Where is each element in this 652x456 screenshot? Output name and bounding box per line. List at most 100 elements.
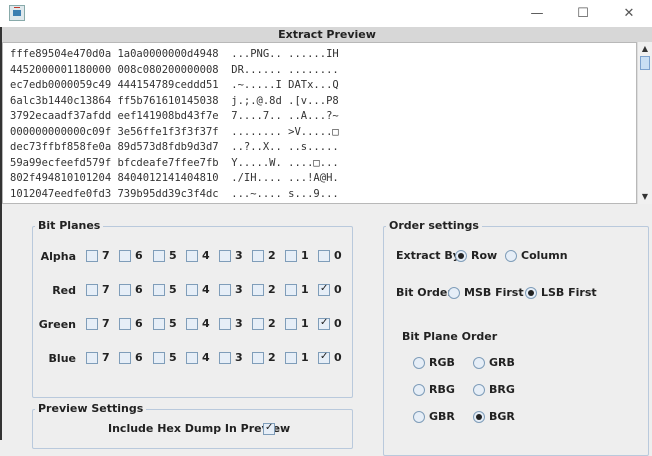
bitplane-checkbox-green-5[interactable] <box>153 318 165 330</box>
plane-order-radio-rgb[interactable] <box>413 357 425 369</box>
bit-planes-title: Bit Planes <box>35 219 104 232</box>
close-button[interactable]: ✕ <box>606 0 652 27</box>
hex-line: dec73ffbf858fe0a 89d573d8fdb9d3d7 ..?..X… <box>10 141 339 153</box>
bitplane-checkbox-alpha-4[interactable] <box>186 250 198 262</box>
bitplane-checkbox-alpha-7[interactable] <box>86 250 98 262</box>
bitplane-checkbox-red-5[interactable] <box>153 284 165 296</box>
lsb-first-label[interactable]: LSB First <box>541 286 597 299</box>
preview-settings-title: Preview Settings <box>35 402 147 415</box>
maximize-button[interactable]: ☐ <box>560 0 606 27</box>
plane-order-radio-rbg[interactable] <box>413 384 425 396</box>
bitplane-checkbox-red-1[interactable] <box>285 284 297 296</box>
bit-plane-order-label: Bit Plane Order <box>402 330 498 343</box>
plane-order-radio-bgr[interactable] <box>473 411 485 423</box>
bitplane-checkbox-blue-1[interactable] <box>285 352 297 364</box>
bitplane-bit-label: 0 <box>334 351 342 364</box>
bitplane-bit-label: 6 <box>135 283 143 296</box>
bitplane-checkbox-alpha-1[interactable] <box>285 250 297 262</box>
bitplane-checkbox-blue-0[interactable] <box>318 351 330 364</box>
hex-preview-text-area[interactable]: fffe89504e470d0a 1a0a0000000d4948 ...PNG… <box>2 42 637 204</box>
plane-order-radio-grb[interactable] <box>473 357 485 369</box>
bitplane-checkbox-blue-7[interactable] <box>86 352 98 364</box>
bitplane-checkbox-green-7[interactable] <box>86 318 98 330</box>
bitplane-bit-label: 2 <box>268 283 276 296</box>
scrollbar-thumb[interactable] <box>640 56 650 70</box>
preview-scrollbar[interactable]: ▲ ▼ <box>637 42 652 204</box>
bitplane-bit-label: 0 <box>334 283 342 296</box>
bitplane-checkbox-red-4[interactable] <box>186 284 198 296</box>
scroll-down-arrow-icon[interactable]: ▼ <box>638 190 652 204</box>
minimize-button[interactable]: — <box>514 0 560 27</box>
bitplane-bit-label: 5 <box>169 351 177 364</box>
bitplane-bit-label: 2 <box>268 317 276 330</box>
bitplane-row-label-blue: Blue <box>48 352 76 365</box>
bitplane-bit-label: 5 <box>169 249 177 262</box>
scroll-up-arrow-icon[interactable]: ▲ <box>638 42 652 56</box>
bitplane-checkbox-green-6[interactable] <box>119 318 131 330</box>
bitplane-checkbox-blue-4[interactable] <box>186 352 198 364</box>
msb-first-label[interactable]: MSB First <box>464 286 524 299</box>
bitplane-checkbox-red-3[interactable] <box>219 284 231 296</box>
bitplane-checkbox-blue-6[interactable] <box>119 352 131 364</box>
bit-order-label: Bit Order <box>396 286 453 299</box>
plane-order-label-gbr[interactable]: GBR <box>429 410 455 423</box>
bitplane-row-label-green: Green <box>38 318 76 331</box>
plane-order-label-bgr[interactable]: BGR <box>489 410 515 423</box>
plane-order-radio-gbr[interactable] <box>413 411 425 423</box>
bitplane-bit-label: 4 <box>202 283 210 296</box>
hex-dump-checkbox[interactable] <box>263 422 275 435</box>
plane-order-label-rbg[interactable]: RBG <box>429 383 455 396</box>
bitplane-checkbox-red-6[interactable] <box>119 284 131 296</box>
bitplane-row-label-red: Red <box>52 284 76 297</box>
hex-line: 6alc3b1440c13864 ff5b761610145038 j.;.@.… <box>10 94 339 107</box>
bitplane-row-label-alpha: Alpha <box>40 250 76 263</box>
java-app-icon <box>9 5 25 21</box>
bitplane-checkbox-red-2[interactable] <box>252 284 264 296</box>
hex-line: fffe89504e470d0a 1a0a0000000d4948 ...PNG… <box>10 48 339 60</box>
extract-column-label[interactable]: Column <box>521 249 568 262</box>
bitplane-checkbox-red-0[interactable] <box>318 283 330 296</box>
bitplane-checkbox-blue-5[interactable] <box>153 352 165 364</box>
bitplane-bit-label: 3 <box>235 283 243 296</box>
extract-column-radio[interactable] <box>505 250 517 262</box>
plane-order-label-grb[interactable]: GRB <box>489 356 515 369</box>
bitplane-checkbox-blue-3[interactable] <box>219 352 231 364</box>
bitplane-bit-label: 2 <box>268 351 276 364</box>
bitplane-bit-label: 0 <box>334 249 342 262</box>
bitplane-checkbox-alpha-2[interactable] <box>252 250 264 262</box>
hex-line: 59a99ecfeefd579f bfcdeafe7ffee7fb Y.....… <box>10 156 339 169</box>
plane-order-label-brg[interactable]: BRG <box>489 383 515 396</box>
bitplane-checkbox-alpha-0[interactable] <box>318 250 330 262</box>
msb-first-radio[interactable] <box>448 287 460 299</box>
bitplane-bit-label: 7 <box>102 283 110 296</box>
bitplane-bit-label: 6 <box>135 351 143 364</box>
bitplane-checkbox-red-7[interactable] <box>86 284 98 296</box>
bitplane-checkbox-green-4[interactable] <box>186 318 198 330</box>
bitplane-checkbox-green-1[interactable] <box>285 318 297 330</box>
bitplane-checkbox-green-3[interactable] <box>219 318 231 330</box>
hex-line: 1012047eedfe0fd3 739b95dd39c3f4dc ...~..… <box>10 187 339 200</box>
bitplane-checkbox-green-0[interactable] <box>318 317 330 330</box>
bitplane-checkbox-blue-2[interactable] <box>252 352 264 364</box>
bitplane-checkbox-alpha-3[interactable] <box>219 250 231 262</box>
extract-by-label: Extract By <box>396 249 460 262</box>
bitplane-checkbox-green-2[interactable] <box>252 318 264 330</box>
hex-line: ec7edb0000059c49 444154789ceddd51 .~....… <box>10 79 339 91</box>
bitplane-bit-label: 3 <box>235 317 243 330</box>
bitplane-bit-label: 6 <box>135 249 143 262</box>
bitplane-checkbox-alpha-5[interactable] <box>153 250 165 262</box>
plane-order-radio-brg[interactable] <box>473 384 485 396</box>
bitplane-bit-label: 7 <box>102 351 110 364</box>
extract-row-radio[interactable] <box>455 250 467 262</box>
extract-row-label[interactable]: Row <box>471 249 497 262</box>
hex-line: 4452000001180000 008c080200000008 DR....… <box>10 63 339 76</box>
bitplane-bit-label: 4 <box>202 249 210 262</box>
hex-line: 3792ecaadf37afdd eef141908bd43f7e 7....7… <box>10 110 339 122</box>
bitplane-bit-label: 6 <box>135 317 143 330</box>
plane-order-label-rgb[interactable]: RGB <box>429 356 455 369</box>
lsb-first-radio[interactable] <box>525 287 537 299</box>
bitplane-checkbox-alpha-6[interactable] <box>119 250 131 262</box>
bitplane-bit-label: 4 <box>202 351 210 364</box>
bitplane-bit-label: 1 <box>301 249 309 262</box>
bitplane-bit-label: 7 <box>102 317 110 330</box>
